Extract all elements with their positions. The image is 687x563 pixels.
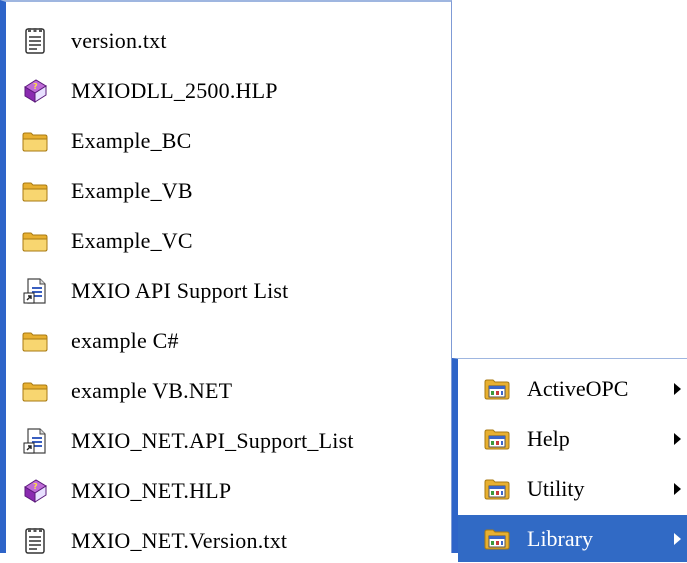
menu-item-label: version.txt bbox=[71, 28, 167, 53]
submenu-arrow-icon bbox=[674, 532, 681, 545]
menu-item[interactable]: example VB.NET bbox=[22, 369, 442, 413]
menu-item-label: example VB.NET bbox=[71, 378, 233, 403]
menu-item-label: Example_VC bbox=[71, 228, 193, 253]
menu-item[interactable]: MXIODLL_2500.HLP bbox=[22, 69, 442, 113]
document-shortcut-icon bbox=[22, 428, 48, 454]
menu-item[interactable]: Example_BC bbox=[22, 119, 442, 163]
program-folder-icon bbox=[484, 527, 510, 551]
document-shortcut-icon bbox=[22, 278, 48, 304]
folder-icon bbox=[22, 328, 48, 354]
menu-item[interactable]: MXIO_NET.HLP bbox=[22, 469, 442, 513]
help-book-icon bbox=[22, 478, 48, 504]
menu-item[interactable]: MXIO_NET.Version.txt bbox=[22, 519, 442, 563]
menu-item-label: MXIO_NET.Version.txt bbox=[71, 528, 288, 553]
menu-item-label: example C# bbox=[71, 328, 179, 353]
submenu-arrow-icon bbox=[674, 482, 681, 495]
submenu-item-label: Library bbox=[527, 525, 593, 551]
submenu-item-library[interactable]: Library bbox=[458, 515, 687, 562]
submenu-item-label: ActiveOPC bbox=[527, 375, 629, 401]
menu-item-label: MXIO_NET.HLP bbox=[71, 478, 232, 503]
menu-item-label: Example_VB bbox=[71, 178, 193, 203]
menu-item[interactable]: Example_VC bbox=[22, 219, 442, 263]
submenu-arrow-icon bbox=[674, 382, 681, 395]
submenu-item-label: Utility bbox=[527, 475, 585, 501]
submenu-item-activeopc[interactable]: ActiveOPC bbox=[458, 365, 687, 412]
submenu-item-label: Help bbox=[527, 425, 570, 451]
menu-item-label: MXIO_NET.API_Support_List bbox=[71, 428, 354, 453]
submenu-item-utility[interactable]: Utility bbox=[458, 465, 687, 512]
submenu-item-help[interactable]: Help bbox=[458, 415, 687, 462]
text-file-icon bbox=[22, 528, 48, 554]
program-folder-icon bbox=[484, 377, 510, 401]
menu-item[interactable]: version.txt bbox=[22, 19, 442, 63]
submenu-arrow-icon bbox=[674, 432, 681, 445]
menu-item[interactable]: Example_VB bbox=[22, 169, 442, 213]
menu-item-label: MXIO API Support List bbox=[71, 278, 289, 303]
folder-icon bbox=[22, 378, 48, 404]
program-folder-icon bbox=[484, 477, 510, 501]
programs-flyout-menu: version.txt MXIODLL_2500.HLP Example_BC Exa… bbox=[0, 0, 452, 553]
program-folder-icon bbox=[484, 427, 510, 451]
menu-item-label: Example_BC bbox=[71, 128, 192, 153]
menu-item[interactable]: MXIO_NET.API_Support_List bbox=[22, 419, 442, 463]
menu-item[interactable]: MXIO API Support List bbox=[22, 269, 442, 313]
folder-icon bbox=[22, 228, 48, 254]
folder-icon bbox=[22, 178, 48, 204]
help-book-icon bbox=[22, 78, 48, 104]
submenu: ActiveOPC Help Utility Library bbox=[452, 358, 687, 562]
menu-item[interactable]: example C# bbox=[22, 319, 442, 363]
text-file-icon bbox=[22, 28, 48, 54]
menu-item-label: MXIODLL_2500.HLP bbox=[71, 78, 278, 103]
folder-icon bbox=[22, 128, 48, 154]
